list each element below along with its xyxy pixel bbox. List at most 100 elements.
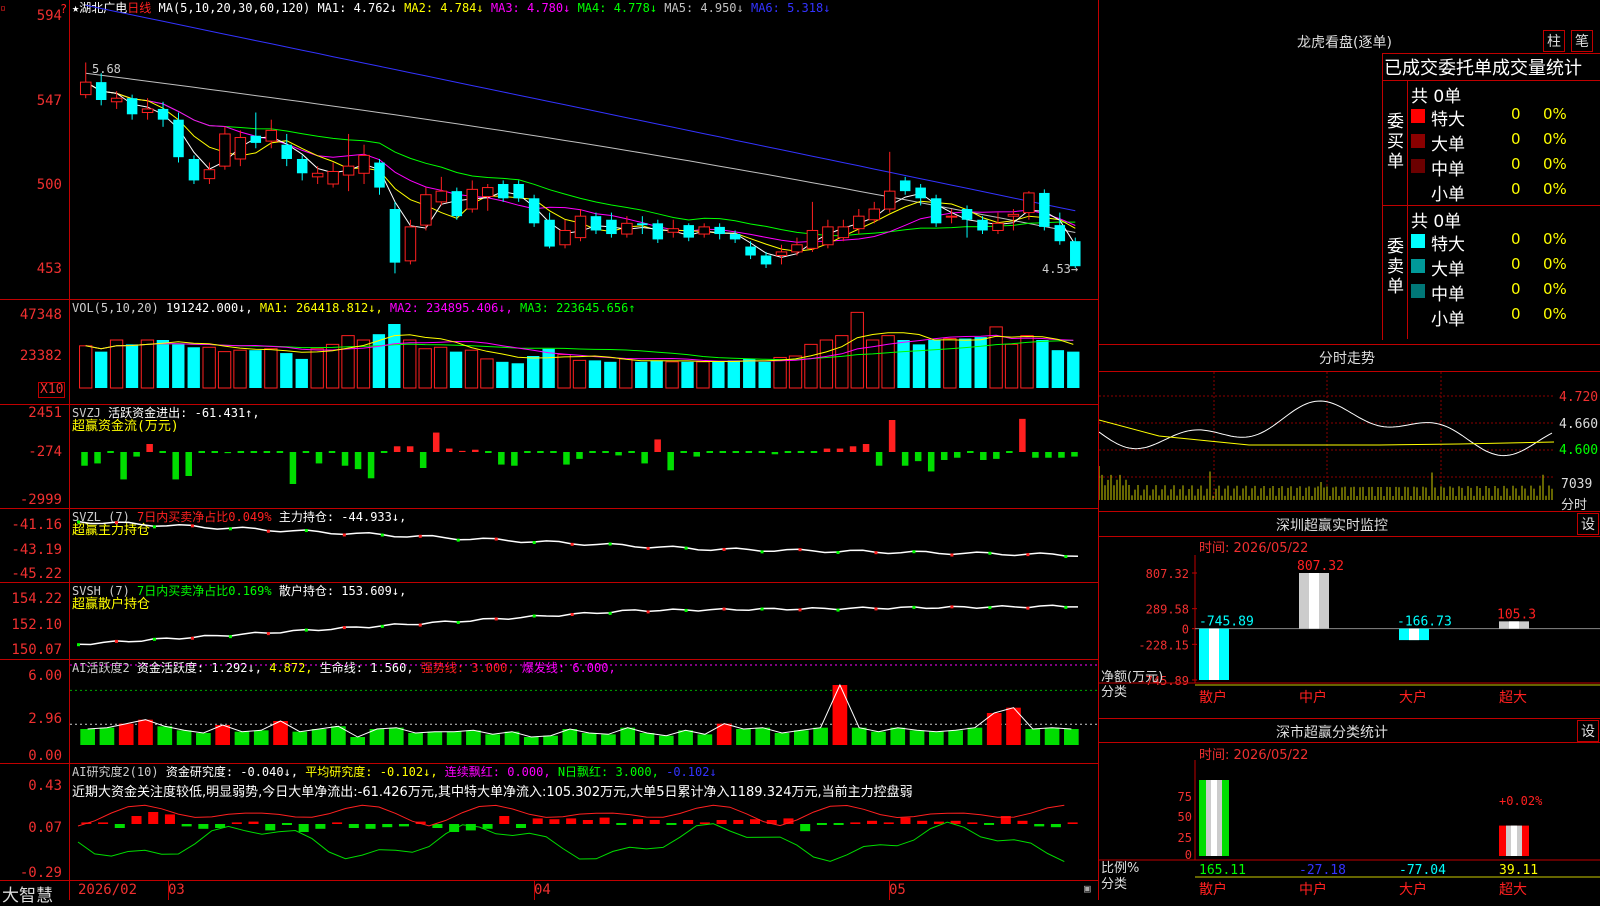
flow-bar	[224, 452, 232, 454]
stat-header: 已成交委托单成交量统计	[1384, 58, 1582, 79]
activity-bar	[1064, 729, 1079, 745]
activity-bar	[1044, 727, 1060, 745]
holding-dot	[950, 553, 954, 557]
volume-panel[interactable]: VOL(5,10,20) 191242.000↓, MA1: 264418.81…	[0, 300, 1098, 404]
category-label: 中户	[1299, 689, 1327, 706]
holding-dot	[646, 610, 650, 614]
research-bar	[917, 820, 928, 824]
candle-body	[822, 226, 834, 246]
candlestick-chart[interactable]	[70, 0, 1098, 299]
tick	[168, 881, 169, 900]
candle-body	[188, 158, 200, 181]
category-label: 大户	[1399, 689, 1427, 706]
category-label: 超大	[1499, 882, 1527, 898]
candle-body	[714, 226, 725, 235]
monitor-tick: 289.58	[1146, 603, 1189, 617]
kline-panel[interactable]: ▫ ? ★湖北广电日线 MA(5,10,20,30,60,120) MA1: 4…	[0, 0, 1098, 299]
ai-active-panel[interactable]: AI活跃度2 资金活跃度: 1.292↓, 4.872, 生命线: 1.560,…	[0, 660, 1098, 764]
lock-icon[interactable]: ▣	[1084, 882, 1091, 896]
svzl-panel[interactable]: SVZL (7) 7日内买卖净占比0.049% 主力持仓: -44.933↓, …	[0, 509, 1098, 582]
research-chart[interactable]	[70, 764, 1098, 880]
color-swatch	[1411, 259, 1425, 273]
research-bar	[98, 822, 109, 824]
monitor-settings-button[interactable]: 设	[1577, 513, 1599, 535]
holding-dot	[77, 643, 80, 647]
activity-bar	[292, 731, 308, 745]
ai-research-panel[interactable]: AI研究度2(10) 资金研究度: -0.040↓, 平均研究度: -0.102…	[0, 764, 1098, 881]
tab-tick[interactable]: 笔	[1571, 30, 1593, 52]
class-pct-label: +0.02%	[1499, 794, 1543, 808]
class-bottom-value: -77.04	[1399, 863, 1446, 878]
volume-bar	[140, 339, 155, 389]
tick	[534, 881, 535, 900]
volume-bar	[527, 356, 540, 388]
retail-position-chart[interactable]	[70, 583, 1098, 659]
candle-body	[219, 133, 231, 167]
activity-bar	[620, 727, 636, 745]
flow-bar	[823, 448, 831, 452]
flow-bar	[810, 451, 818, 453]
y-tick: 150.07	[11, 642, 62, 658]
y-tick: 500	[36, 177, 62, 193]
holding-dot	[1026, 553, 1030, 557]
activity-bar	[350, 737, 366, 745]
candle-body	[1039, 192, 1050, 227]
candle-body	[683, 225, 694, 238]
research-bar	[515, 824, 527, 828]
flow-bar	[419, 452, 427, 468]
activity-bar	[851, 727, 867, 745]
volume-bar	[572, 359, 587, 389]
flow-bar	[107, 451, 114, 453]
candle-body	[281, 144, 292, 159]
volume-bar	[897, 340, 910, 388]
activity-bar	[678, 730, 693, 745]
row-name: 特大	[1431, 110, 1465, 130]
activity-bar	[639, 733, 655, 745]
activity-bar	[948, 730, 963, 745]
holding-dot	[760, 550, 764, 554]
flow-bar	[263, 451, 271, 453]
svsh-panel[interactable]: SVSH (7) 7日内买卖净占比0.169% 散户持仓: 153.609↓, …	[0, 583, 1098, 659]
volume-bar	[202, 346, 216, 389]
class-tick: 50	[1178, 810, 1192, 824]
class-settings-button[interactable]: 设	[1577, 720, 1599, 742]
row-pct: 0%	[1543, 155, 1567, 173]
main-position-chart[interactable]	[70, 509, 1098, 582]
research-bar	[131, 816, 142, 824]
activity-chart[interactable]	[70, 660, 1098, 763]
volume-bar	[264, 348, 278, 389]
volume-bar	[480, 358, 494, 389]
y-tick: -2999	[19, 492, 62, 508]
capital-flow-chart[interactable]	[70, 405, 1098, 508]
flow-bar	[133, 452, 140, 457]
category-label: 散户	[1199, 689, 1227, 706]
research-bar	[833, 823, 844, 825]
candle-body	[559, 229, 571, 246]
candle-body	[915, 187, 926, 199]
holding-dot	[494, 617, 498, 621]
class-ratio-chart[interactable]: 7550250+0.02%165.11散户-27.18中户-77.04大户39.…	[1099, 760, 1600, 900]
tab-bar-chart[interactable]: 柱	[1543, 30, 1565, 52]
research-bar	[315, 824, 326, 829]
volume-chart[interactable]	[70, 300, 1098, 404]
row-pct: 0%	[1543, 255, 1567, 273]
svzj-panel[interactable]: SVZJ 活跃资金进出: -61.431↑, 超赢资金流(万元) 2451 -2…	[0, 405, 1098, 508]
right-panel: 龙虎看盘(逐单) 柱 笔 已成交委托单成交量统计 共 0单 委买单 特大 0 0% 大…	[1099, 0, 1600, 900]
holding-dot	[722, 607, 726, 611]
net-amount-chart[interactable]: 807.32289.580-228.15-745.89-745.89散户807.…	[1099, 555, 1600, 715]
activity-bar	[176, 730, 192, 745]
flow-bar	[836, 448, 844, 452]
volume-bar	[433, 346, 448, 389]
flow-bar	[862, 444, 870, 452]
intraday-chart[interactable]	[1099, 372, 1600, 510]
holding-dot	[304, 529, 308, 533]
holding-dot	[380, 624, 384, 628]
candle-body	[729, 234, 741, 240]
activity-bar	[793, 730, 809, 745]
flow-bar	[1032, 452, 1039, 458]
research-bar	[967, 822, 978, 824]
class-tick: 25	[1178, 831, 1192, 845]
candle-body	[342, 165, 355, 176]
y-tick: -274	[28, 444, 62, 460]
volume-bar	[1036, 340, 1049, 388]
